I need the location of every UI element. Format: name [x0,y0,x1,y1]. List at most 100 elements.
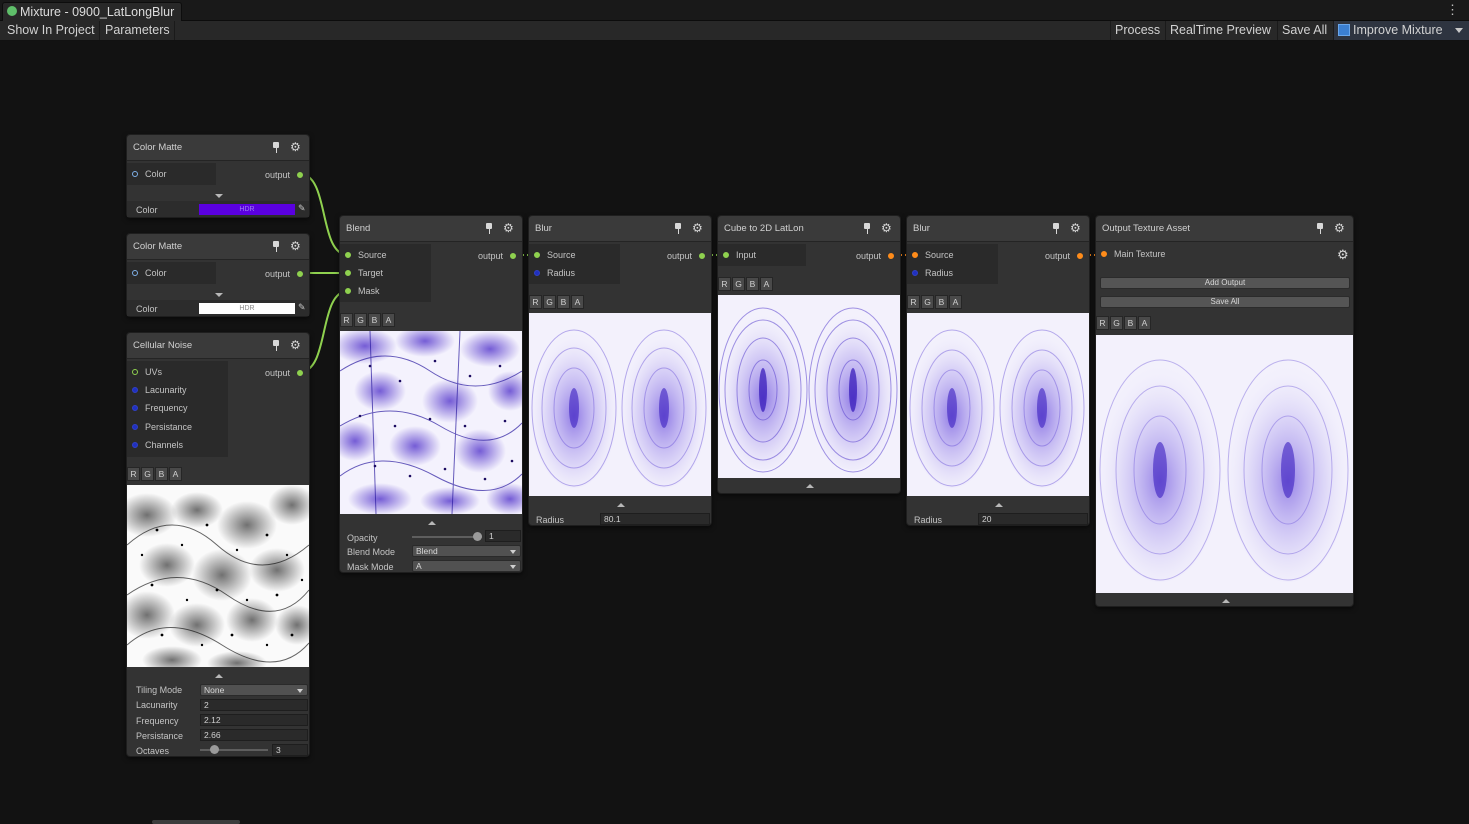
collapse-toggle-icon[interactable] [215,293,223,297]
port-radius[interactable]: Radius [907,264,953,282]
port-target[interactable]: Target [340,264,383,282]
port-dot[interactable] [345,270,351,276]
mask-mode-dropdown[interactable]: A [412,560,521,572]
opacity-slider[interactable] [412,536,482,538]
output-port-dot[interactable] [297,271,303,277]
port-dot[interactable] [345,252,351,258]
parameters-button[interactable]: Parameters [101,21,175,40]
port-dot[interactable] [1101,251,1107,257]
channel-r-toggle[interactable]: R [907,295,920,309]
collapse-toggle-icon[interactable] [215,194,223,198]
gear-icon[interactable]: ⚙ [1070,220,1081,236]
color-swatch[interactable]: HDR [199,303,295,314]
radius-field[interactable]: 80.1 [600,513,710,525]
channel-a-toggle[interactable]: A [760,277,773,291]
process-button[interactable]: Process [1110,21,1164,40]
expand-toggle-icon[interactable] [995,503,1003,507]
opacity-slider-knob[interactable] [473,532,482,541]
port-dot[interactable] [132,424,138,430]
node-header[interactable]: Cellular Noise ⚙ [127,333,309,359]
node-header[interactable]: Blend ⚙ [340,216,522,242]
node-header[interactable]: Color Matte ⚙ [127,234,309,260]
port-mask[interactable]: Mask [340,282,380,300]
realtime-preview-button[interactable]: RealTime Preview [1165,21,1275,40]
pin-icon[interactable] [272,241,281,252]
color-swatch[interactable]: HDR [199,204,295,215]
channel-a-toggle[interactable]: A [949,295,962,309]
gear-icon[interactable]: ⚙ [692,220,703,236]
persistance-field[interactable]: 2.66 [200,729,308,741]
add-output-button[interactable]: Add Output [1100,277,1350,289]
channel-r-toggle[interactable]: R [1096,316,1109,330]
port-dot[interactable] [534,270,540,276]
channel-g-toggle[interactable]: G [1110,316,1123,330]
node-header[interactable]: Output Texture Asset ⚙ [1096,216,1353,242]
tiling-mode-dropdown[interactable]: None [200,684,308,696]
port-dot[interactable] [132,270,138,276]
blur-node-2[interactable]: Blur ⚙ Source Radius output R G B A Radi… [906,215,1090,526]
port-source[interactable]: Source [340,246,387,264]
opacity-field[interactable]: 1 [485,530,521,542]
channel-g-toggle[interactable]: G [354,313,367,327]
port-color[interactable]: Color [127,264,167,282]
expand-toggle-icon[interactable] [1222,599,1230,603]
radius-field[interactable]: 20 [978,513,1088,525]
expand-toggle-icon[interactable] [617,503,625,507]
blend-node[interactable]: Blend ⚙ Source Target Mask output R G B … [339,215,523,573]
chevron-down-icon[interactable] [1455,28,1463,33]
port-main-texture[interactable]: Main Texture [1096,245,1165,263]
channel-a-toggle[interactable]: A [571,295,584,309]
port-dot[interactable] [723,252,729,258]
cube-to-latlon-node[interactable]: Cube to 2D LatLon ⚙ Input output R G B A [717,215,901,494]
node-header[interactable]: Blur ⚙ [529,216,711,242]
channel-b-toggle[interactable]: B [155,467,168,481]
port-uvs[interactable]: UVs [127,363,162,381]
color-matte-node-1[interactable]: Color Matte ⚙ Color output Color HDR ✎ [126,134,310,218]
octaves-slider-knob[interactable] [210,745,219,754]
port-dot[interactable] [132,369,138,375]
port-radius[interactable]: Radius [529,264,575,282]
channel-g-toggle[interactable]: G [543,295,556,309]
save-all-button[interactable]: Save All [1277,21,1331,40]
gear-icon[interactable]: ⚙ [290,337,301,353]
port-dot[interactable] [912,270,918,276]
expand-toggle-icon[interactable] [806,484,814,488]
eyedropper-icon[interactable]: ✎ [298,302,306,313]
output-port-dot[interactable] [510,253,516,259]
save-all-node-button[interactable]: Save All [1100,296,1350,308]
output-port-dot[interactable] [297,172,303,178]
output-port-dot[interactable] [297,370,303,376]
eyedropper-icon[interactable]: ✎ [298,203,306,214]
port-persistance[interactable]: Persistance [127,418,192,436]
output-texture-node[interactable]: Output Texture Asset ⚙ Main Texture ⚙ Ad… [1095,215,1354,607]
port-source[interactable]: Source [529,246,576,264]
channel-a-toggle[interactable]: A [382,313,395,327]
port-source[interactable]: Source [907,246,954,264]
channel-b-toggle[interactable]: B [935,295,948,309]
channel-g-toggle[interactable]: G [732,277,745,291]
blur-node-1[interactable]: Blur ⚙ Source Radius output R G B A Radi… [528,215,712,526]
node-header[interactable]: Cube to 2D LatLon ⚙ [718,216,900,242]
window-tab[interactable]: Mixture - 0900_LatLongBlur [2,2,182,21]
channel-a-toggle[interactable]: A [1138,316,1151,330]
port-color[interactable]: Color [127,165,167,183]
color-matte-node-2[interactable]: Color Matte ⚙ Color output Color HDR ✎ [126,233,310,317]
show-in-project-button[interactable]: Show In Project [3,21,100,40]
octaves-field[interactable]: 3 [272,744,308,756]
frequency-field[interactable]: 2.12 [200,714,308,726]
channel-a-toggle[interactable]: A [169,467,182,481]
expand-toggle-icon[interactable] [428,521,436,525]
port-frequency[interactable]: Frequency [127,399,188,417]
pin-icon[interactable] [1052,223,1061,234]
channel-b-toggle[interactable]: B [1124,316,1137,330]
port-dot[interactable] [912,252,918,258]
gear-icon[interactable]: ⚙ [290,139,301,155]
port-dot[interactable] [132,171,138,177]
channel-b-toggle[interactable]: B [368,313,381,327]
pin-icon[interactable] [674,223,683,234]
output-port-dot[interactable] [888,253,894,259]
gear-icon[interactable]: ⚙ [881,220,892,236]
gear-icon[interactable]: ⚙ [1334,220,1345,236]
node-header[interactable]: Blur ⚙ [907,216,1089,242]
channel-g-toggle[interactable]: G [921,295,934,309]
